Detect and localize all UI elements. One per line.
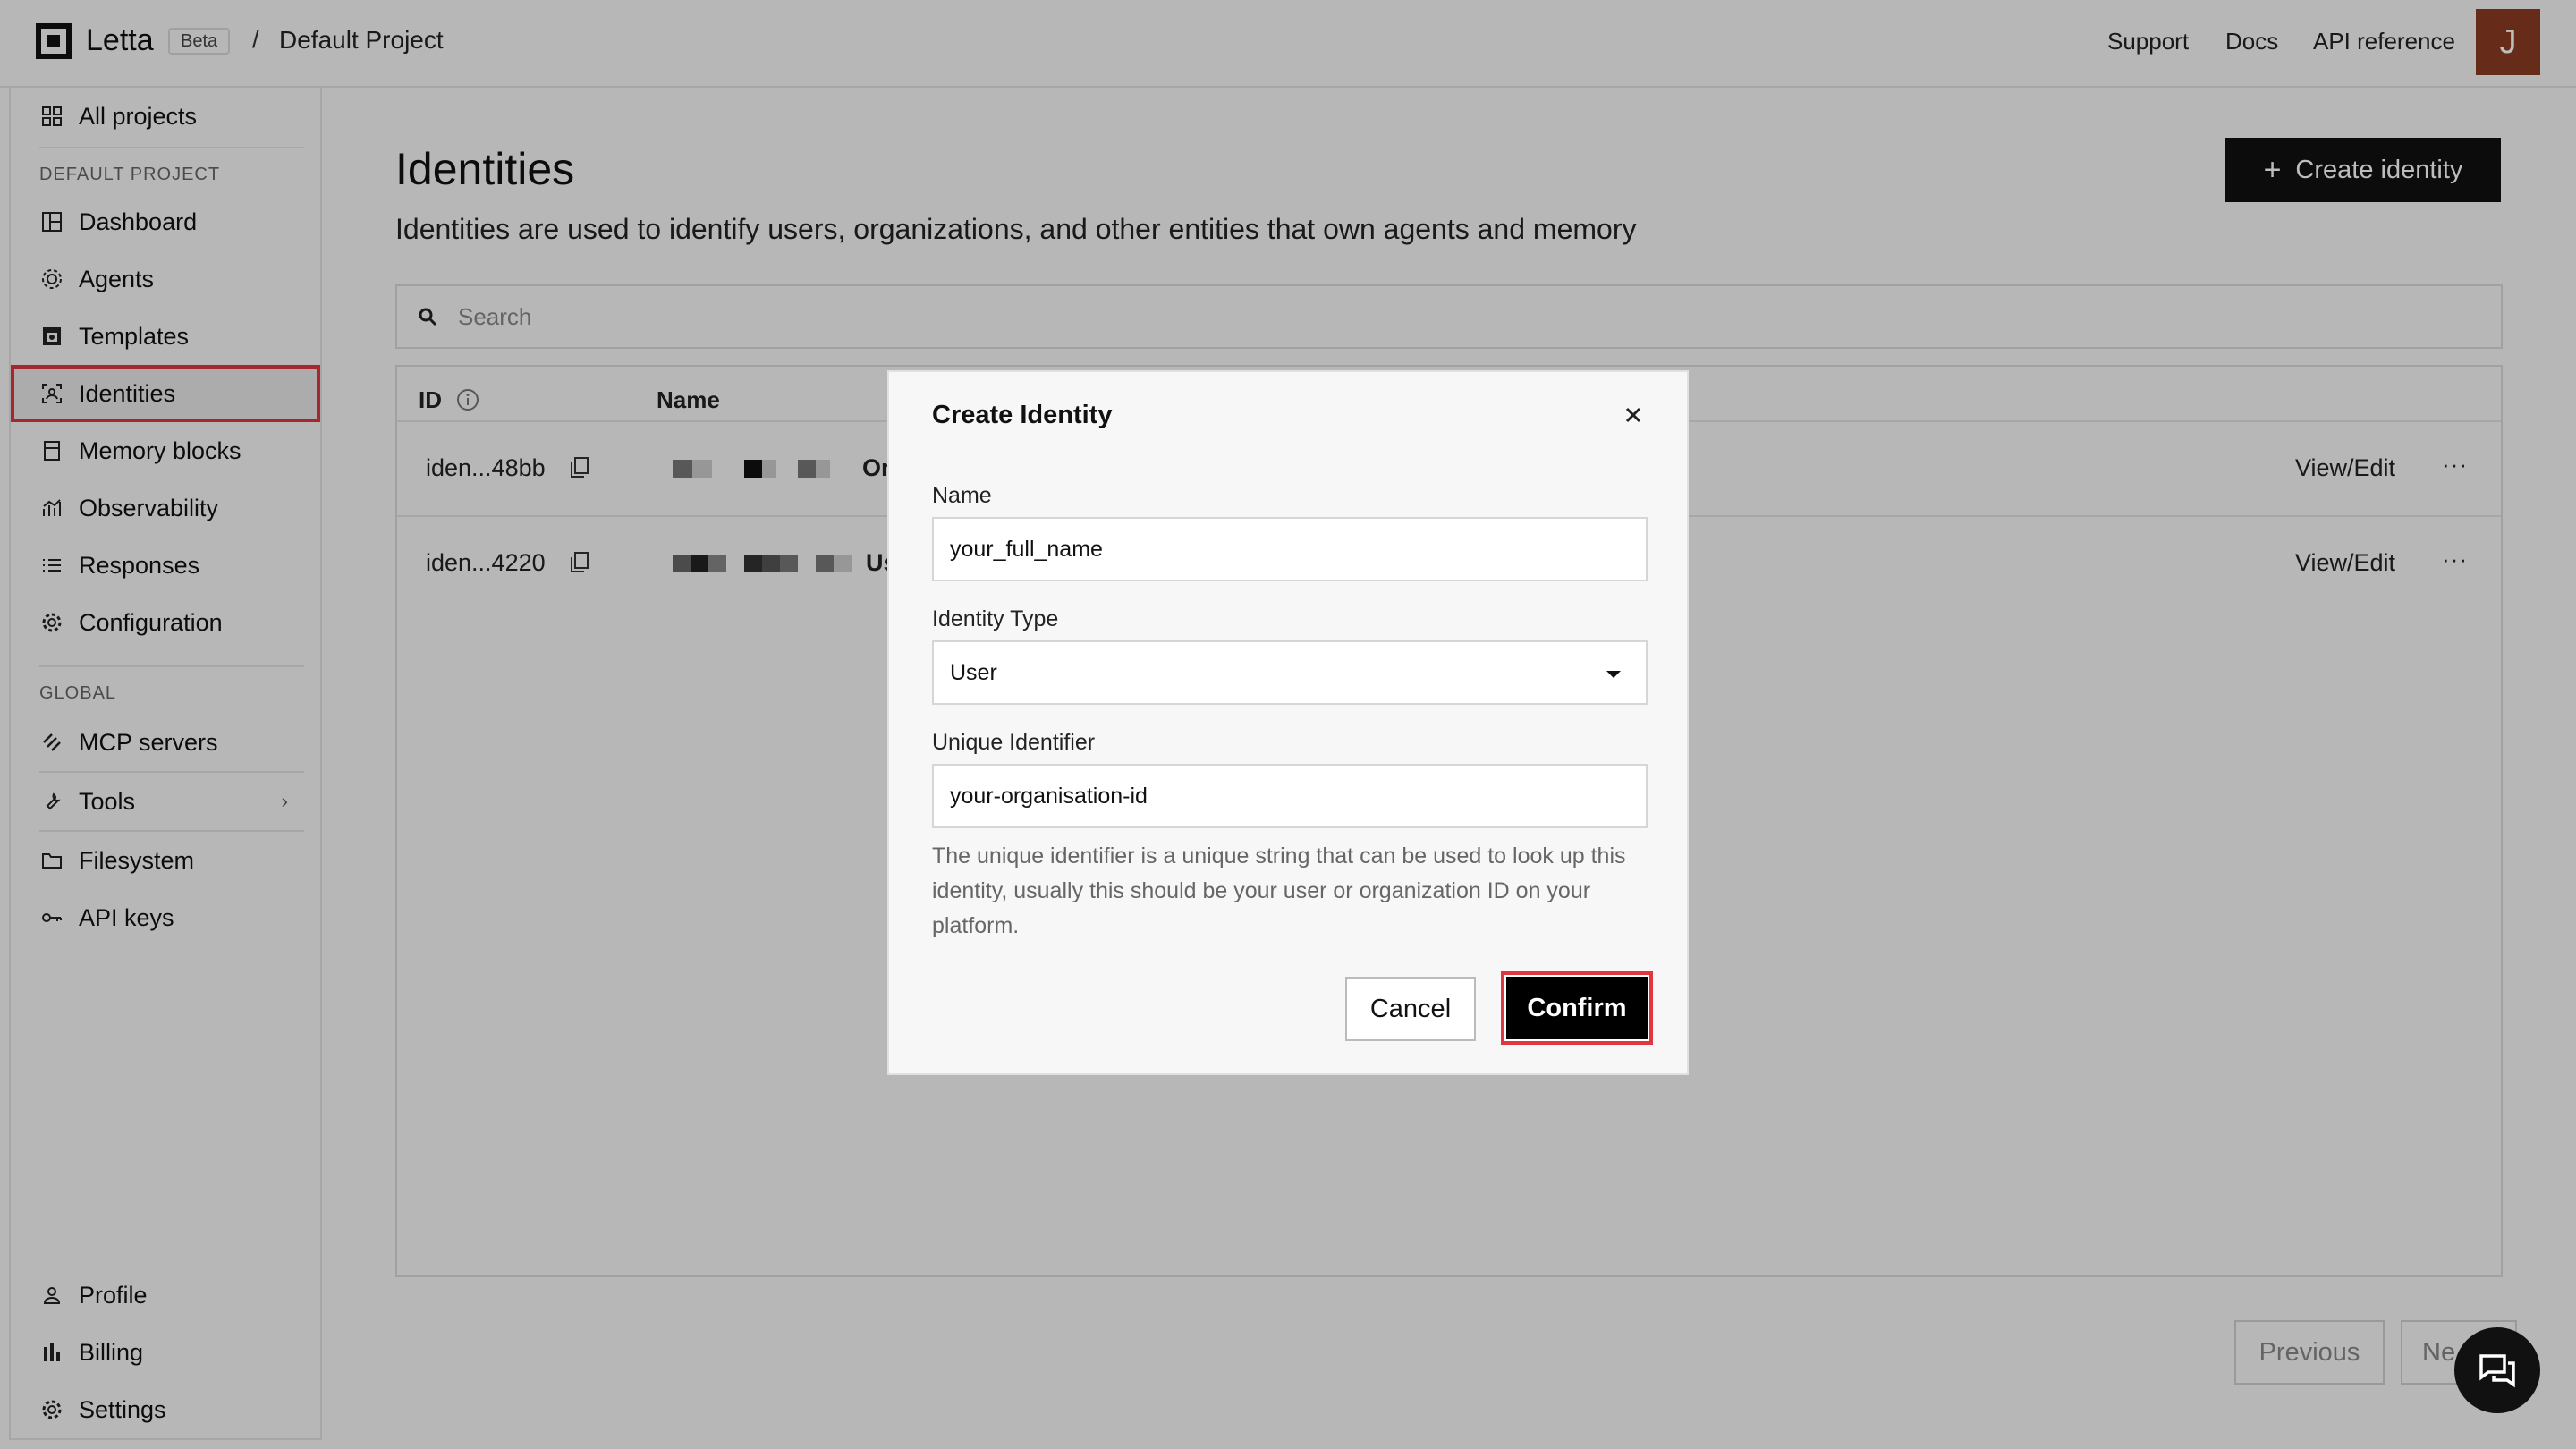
unique-identifier-value: your-organisation-id [950,783,1148,809]
cancel-button[interactable]: Cancel [1345,977,1476,1041]
identity-type-value: User [950,659,997,685]
close-icon[interactable] [1623,404,1644,426]
name-field-value: your_full_name [950,536,1103,562]
chat-icon [2478,1352,2517,1388]
unique-identifier-field[interactable]: your-organisation-id [932,764,1648,828]
unique-identifier-help-text: The unique identifier is a unique string… [932,843,1626,938]
confirm-button[interactable]: Confirm [1501,971,1653,1045]
caret-down-icon [1606,671,1621,678]
chat-button[interactable] [2454,1327,2540,1413]
identity-type-select[interactable]: User [932,640,1648,705]
confirm-button-label: Confirm [1506,977,1648,1039]
identity-type-label: Identity Type [932,606,1059,631]
unique-identifier-label: Unique Identifier [932,730,1096,755]
create-identity-dialog: Create Identity Name your_full_name Iden… [887,370,1689,1075]
name-field[interactable]: your_full_name [932,517,1648,581]
dialog-title: Create Identity [932,401,1113,429]
name-label: Name [932,483,992,508]
